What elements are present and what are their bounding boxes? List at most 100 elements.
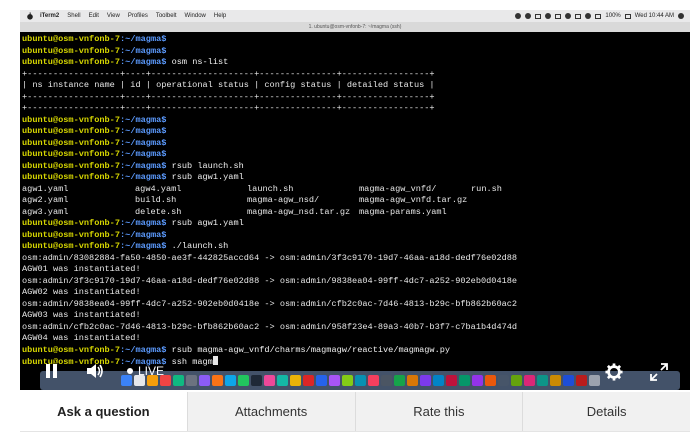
terminal-prompt-line: ubuntu@osm-vnfonb-7:~/magma$ [22, 230, 690, 242]
terminal-prompt-path: :~/magma$ [120, 172, 167, 182]
menu-item-iterm2[interactable]: iTerm2 [40, 13, 59, 19]
terminal-prompt-line: ubuntu@osm-vnfonb-7:~/magma$ rsub agw1.y… [22, 172, 690, 184]
terminal-ls-row: agw1.yaml agw4.yaml launch.sh magma-agw_vnf… [22, 184, 690, 196]
mac-menu-bar: iTerm2 Shell Edit View Profiles Toolbelt… [20, 10, 690, 22]
terminal-output-line: osm:admin/3f3c9170-19d7-46aa-a18d-dedf76… [22, 275, 518, 286]
pause-button[interactable] [46, 364, 58, 378]
terminal-ls-entry: run.sh [471, 183, 502, 194]
terminal-prompt-path: :~/magma$ [120, 126, 167, 136]
tab-rate-this[interactable]: Rate this [354, 392, 523, 431]
live-label[interactable]: LIVE [138, 364, 164, 378]
battery-icon[interactable] [595, 13, 602, 19]
gear-icon[interactable] [605, 363, 623, 381]
tab-ask-a-question[interactable]: Ask a question [20, 392, 187, 431]
apple-icon[interactable] [26, 12, 34, 20]
terminal-ls-entry [471, 195, 561, 207]
tray-icon[interactable] [565, 13, 572, 19]
battery-percent: 100% [605, 13, 621, 19]
terminal-prompt-user: ubuntu@osm-vnfonb-7 [22, 57, 120, 67]
terminal-prompt-user: ubuntu@osm-vnfonb-7 [22, 241, 120, 251]
terminal-output-line: +------------------+----+---------------… [22, 91, 435, 102]
terminal-prompt-user: ubuntu@osm-vnfonb-7 [22, 114, 120, 125]
terminal-prompt-line: ubuntu@osm-vnfonb-7:~/magma$ [22, 126, 690, 138]
terminal-ls-entry: build.sh [135, 195, 177, 205]
tray-icon[interactable] [515, 13, 522, 19]
terminal-prompt-user: ubuntu@osm-vnfonb-7 [22, 45, 120, 56]
user-icon[interactable] [624, 13, 631, 19]
terminal-output-line: AGW04 was instantiated! [22, 333, 141, 343]
terminal-ls-entry: agw2.yaml [22, 195, 69, 205]
tray-icon[interactable] [535, 13, 542, 19]
terminal-ls-row: agw2.yaml build.sh magma-agw_nsd/magma-agw… [22, 195, 690, 207]
terminal-ls-entry: agw4.yaml [135, 183, 182, 194]
tab-bar-divider [20, 431, 690, 432]
terminal-output-line: AGW02 was instantiated! [22, 287, 141, 297]
terminal-prompt-path: :~/magma$ [120, 34, 167, 44]
menu-item-edit[interactable]: Edit [89, 13, 99, 19]
menu-item-profiles[interactable]: Profiles [128, 13, 148, 19]
terminal-ls-entry: launch.sh [247, 183, 294, 194]
terminal-command: ./launch.sh [166, 241, 229, 251]
terminal-ls-entry: delete.sh [135, 206, 182, 217]
tab-attachments[interactable]: Attachments [186, 392, 355, 431]
menu-bar-clock[interactable]: Wed 10:44 AM [635, 13, 674, 19]
terminal-ls-entry: agw3.yaml [22, 206, 69, 217]
terminal-prompt-line: ubuntu@osm-vnfonb-7:~/magma$ [22, 46, 690, 58]
player-controls: LIVE [20, 354, 690, 390]
terminal-ls-entry: magma-agw_vnfd.tar.gz [359, 195, 468, 205]
terminal-output-line: osm:admin/cfb2c0ac-7d46-4813-b29c-bfb862… [22, 321, 518, 332]
terminal-prompt-user: ubuntu@osm-vnfonb-7 [22, 172, 120, 182]
fullscreen-icon[interactable] [650, 363, 668, 381]
terminal-prompt-user: ubuntu@osm-vnfonb-7 [22, 34, 120, 44]
terminal-prompt-path: :~/magma$ [120, 137, 167, 148]
terminal-command: rsub agw1.yaml [166, 218, 244, 228]
terminal-command: osm ns-list [166, 57, 229, 67]
terminal-command: rsub magma-agw_vnfd/charms/magmagw/react… [166, 344, 451, 355]
tray-icon[interactable] [555, 13, 562, 19]
terminal-prompt-path: :~/magma$ [120, 57, 167, 67]
terminal-ls-entry: magma-params.yaml [359, 206, 447, 217]
wifi-icon[interactable] [585, 13, 592, 19]
tray-icon[interactable] [525, 13, 532, 19]
video-player[interactable]: iTerm2 Shell Edit View Profiles Toolbelt… [20, 10, 690, 390]
terminal-prompt-user: ubuntu@osm-vnfonb-7 [22, 229, 120, 240]
terminal-prompt-path: :~/magma$ [120, 149, 167, 159]
terminal-prompt-path: :~/magma$ [120, 114, 167, 125]
terminal-prompt-user: ubuntu@osm-vnfonb-7 [22, 344, 120, 355]
terminal-ls-entry [471, 207, 561, 219]
terminal-prompt-user: ubuntu@osm-vnfonb-7 [22, 137, 120, 148]
terminal-prompt-path: :~/magma$ [120, 229, 167, 240]
volume-icon[interactable] [86, 363, 104, 379]
terminal-prompt-user: ubuntu@osm-vnfonb-7 [22, 149, 120, 159]
terminal-ls-row: agw3.yaml delete.sh magma-agw_nsd.tar.gz ma… [22, 207, 690, 219]
terminal-prompt-line: ubuntu@osm-vnfonb-7:~/magma$ [22, 115, 690, 127]
live-indicator-icon [127, 368, 133, 374]
terminal-prompt-line: ubuntu@osm-vnfonb-7:~/magma$ [22, 149, 690, 161]
terminal-window-title: 1. ubuntu@osm-vnfonb-7: ~/magma (ssh) [308, 24, 402, 30]
spotlight-icon[interactable] [678, 13, 684, 19]
menu-item-toolbelt[interactable]: Toolbelt [156, 13, 177, 19]
terminal-prompt-path: :~/magma$ [120, 344, 167, 355]
terminal-prompt-line: ubuntu@osm-vnfonb-7:~/magma$ [22, 138, 690, 150]
terminal-prompt-line: ubuntu@osm-vnfonb-7:~/magma$ [22, 34, 690, 46]
terminal-output-line: AGW01 was instantiated! [22, 264, 141, 274]
menu-item-window[interactable]: Window [185, 13, 206, 19]
tray-icon[interactable] [575, 13, 582, 19]
terminal-command: rsub launch.sh [166, 160, 244, 171]
terminal-output[interactable]: ubuntu@osm-vnfonb-7:~/magma$ ubuntu@osm-v… [20, 32, 690, 370]
terminal-output-line: AGW03 was instantiated! [22, 310, 141, 320]
terminal-prompt-line: ubuntu@osm-vnfonb-7:~/magma$ rsub agw1.y… [22, 218, 690, 230]
terminal-prompt-line: ubuntu@osm-vnfonb-7:~/magma$ osm ns-list [22, 57, 690, 69]
menu-item-view[interactable]: View [107, 13, 120, 19]
terminal-ls-entry: agw1.yaml [22, 183, 69, 194]
terminal-prompt-user: ubuntu@osm-vnfonb-7 [22, 218, 120, 228]
terminal-ls-entry: magma-agw_nsd/ [247, 195, 320, 205]
menu-item-help[interactable]: Help [214, 13, 226, 19]
terminal-prompt-line: ubuntu@osm-vnfonb-7:~/magma$ rsub launch… [22, 161, 690, 173]
terminal-ls-entry: magma-agw_vnfd/ [359, 183, 437, 194]
tab-details[interactable]: Details [522, 392, 690, 431]
tray-icon[interactable] [545, 13, 552, 19]
menu-item-shell[interactable]: Shell [67, 13, 80, 19]
terminal-output-line: +------------------+----+---------------… [22, 68, 435, 79]
terminal-output-line: osm:admin/83082884-fa50-4850-ae3f-442825… [22, 252, 518, 263]
